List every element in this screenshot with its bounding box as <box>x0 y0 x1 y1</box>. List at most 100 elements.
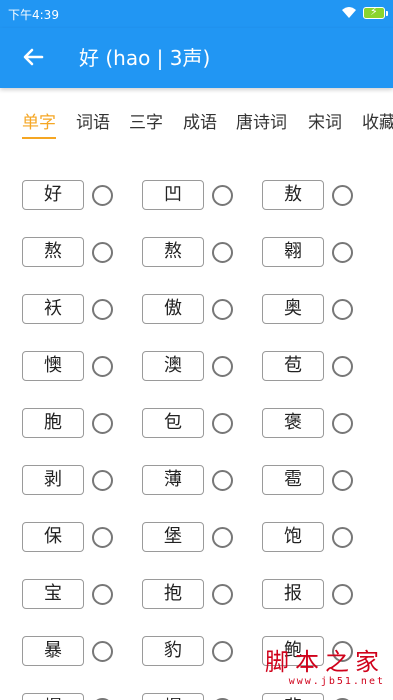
watermark-url: www.jb51.net <box>288 676 385 687</box>
app-bar: 好 (hao | 3声) <box>0 28 393 88</box>
select-radio[interactable] <box>92 527 113 548</box>
select-radio[interactable] <box>212 413 233 434</box>
character-row: 宝 抱 报 <box>0 569 393 609</box>
select-radio[interactable] <box>92 470 113 491</box>
character-button[interactable]: 宝 <box>22 579 84 609</box>
character-button[interactable]: 薄 <box>142 465 204 495</box>
arrow-left-icon[interactable] <box>18 42 48 72</box>
character-button[interactable]: 熬 <box>142 237 204 267</box>
character-cell: 懊 <box>22 341 152 381</box>
character-cell: 褒 <box>262 398 392 438</box>
character-button[interactable]: 剥 <box>22 465 84 495</box>
character-button[interactable]: 翱 <box>262 237 324 267</box>
character-button[interactable]: 凹 <box>142 180 204 210</box>
character-cell: 傲 <box>142 284 272 324</box>
character-cell: 熬 <box>142 227 272 267</box>
tab-single-character[interactable]: 单字 <box>22 112 56 139</box>
character-cell: 凹 <box>142 170 272 210</box>
character-button[interactable]: 胞 <box>22 408 84 438</box>
select-radio[interactable] <box>332 242 353 263</box>
character-cell: 胞 <box>22 398 152 438</box>
character-cell: 豹 <box>142 626 272 666</box>
character-row: 袄 傲 奥 <box>0 284 393 324</box>
wifi-icon <box>341 5 357 22</box>
select-radio[interactable] <box>92 242 113 263</box>
character-button[interactable]: 袄 <box>22 294 84 324</box>
character-row: 保 堡 饱 <box>0 512 393 552</box>
character-button[interactable]: 爆 <box>22 693 84 700</box>
character-cell: 袄 <box>22 284 152 324</box>
character-cell: 爆 <box>142 683 272 700</box>
status-bar: 下午4:39 ⚡ <box>0 0 393 28</box>
select-radio[interactable] <box>92 641 113 662</box>
character-button[interactable]: 傲 <box>142 294 204 324</box>
battery-charging-icon: ⚡ <box>363 5 388 19</box>
character-button[interactable]: 懊 <box>22 351 84 381</box>
character-button[interactable]: 褒 <box>262 408 324 438</box>
character-button[interactable]: 熬 <box>22 237 84 267</box>
character-cell: 包 <box>142 398 272 438</box>
character-cell: 雹 <box>262 455 392 495</box>
character-button[interactable]: 豹 <box>142 636 204 666</box>
select-radio[interactable] <box>92 185 113 206</box>
tab-song-ci[interactable]: 宋词 <box>308 112 342 134</box>
character-cell: 熬 <box>22 227 152 267</box>
character-cell: 苞 <box>262 341 392 381</box>
tab-three-characters[interactable]: 三字 <box>129 112 163 134</box>
character-button[interactable]: 抱 <box>142 579 204 609</box>
select-radio[interactable] <box>92 413 113 434</box>
character-cell: 爆 <box>22 683 152 700</box>
select-radio[interactable] <box>212 356 233 377</box>
character-button[interactable]: 悲 <box>262 693 324 700</box>
character-button[interactable]: 敖 <box>262 180 324 210</box>
character-grid: 好 凹 敖 熬 熬 翱 袄 傲 奥 懊 澳 苞 胞 包 褒 剥 薄 雹 保 堡 … <box>0 170 393 700</box>
select-radio[interactable] <box>332 413 353 434</box>
character-button[interactable]: 暴 <box>22 636 84 666</box>
character-button[interactable]: 保 <box>22 522 84 552</box>
tab-favorites[interactable]: 收藏 <box>362 112 393 134</box>
select-radio[interactable] <box>332 470 353 491</box>
select-radio[interactable] <box>212 242 233 263</box>
select-radio[interactable] <box>212 299 233 320</box>
character-cell: 好 <box>22 170 152 210</box>
character-cell: 抱 <box>142 569 272 609</box>
character-row: 好 凹 敖 <box>0 170 393 210</box>
character-cell: 敖 <box>262 170 392 210</box>
character-button[interactable]: 奥 <box>262 294 324 324</box>
tab-words[interactable]: 词语 <box>76 112 110 134</box>
character-row: 熬 熬 翱 <box>0 227 393 267</box>
character-button[interactable]: 报 <box>262 579 324 609</box>
character-row: 剥 薄 雹 <box>0 455 393 495</box>
character-button[interactable]: 好 <box>22 180 84 210</box>
select-radio[interactable] <box>332 185 353 206</box>
character-cell: 饱 <box>262 512 392 552</box>
character-button[interactable]: 雹 <box>262 465 324 495</box>
character-cell: 澳 <box>142 341 272 381</box>
select-radio[interactable] <box>332 299 353 320</box>
character-button[interactable]: 苞 <box>262 351 324 381</box>
status-time: 下午4:39 <box>8 8 59 22</box>
character-cell: 暴 <box>22 626 152 666</box>
character-button[interactable]: 包 <box>142 408 204 438</box>
select-radio[interactable] <box>92 299 113 320</box>
select-radio[interactable] <box>212 185 233 206</box>
character-button[interactable]: 澳 <box>142 351 204 381</box>
character-cell: 宝 <box>22 569 152 609</box>
select-radio[interactable] <box>92 584 113 605</box>
character-row: 懊 澳 苞 <box>0 341 393 381</box>
select-radio[interactable] <box>92 356 113 377</box>
select-radio[interactable] <box>212 527 233 548</box>
character-button[interactable]: 爆 <box>142 693 204 700</box>
select-radio[interactable] <box>332 356 353 377</box>
tab-tang-poems[interactable]: 唐诗词 <box>236 112 287 134</box>
select-radio[interactable] <box>332 584 353 605</box>
character-cell: 翱 <box>262 227 392 267</box>
select-radio[interactable] <box>212 584 233 605</box>
tab-bar: 单字 词语 三字 成语 唐诗词 宋词 收藏 <box>0 100 393 144</box>
select-radio[interactable] <box>332 527 353 548</box>
tab-idioms[interactable]: 成语 <box>183 112 217 134</box>
select-radio[interactable] <box>212 470 233 491</box>
character-button[interactable]: 堡 <box>142 522 204 552</box>
select-radio[interactable] <box>212 641 233 662</box>
character-button[interactable]: 饱 <box>262 522 324 552</box>
